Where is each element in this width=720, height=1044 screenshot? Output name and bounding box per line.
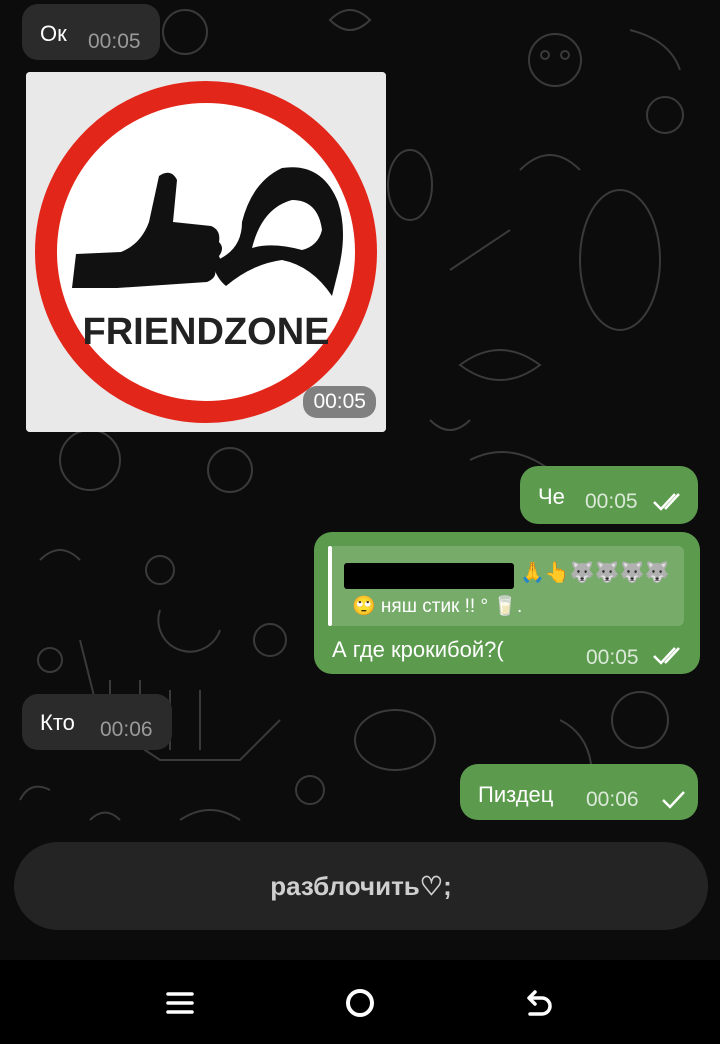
message-time: 00:05 xyxy=(585,490,638,513)
image-caption: FRIENDZONE xyxy=(83,311,330,353)
message-text: А где крокибой?( xyxy=(332,637,504,662)
message-text: Ок xyxy=(40,21,67,46)
message-text: Пиздец xyxy=(478,782,554,807)
message-time: 00:05 xyxy=(88,30,141,53)
unblock-label: разблочить♡; xyxy=(270,870,452,901)
message-bubble-incoming[interactable]: Ок 00:05 xyxy=(22,4,160,60)
message-text: Че xyxy=(538,484,565,509)
menu-icon xyxy=(166,992,194,1014)
message-time: 00:05 xyxy=(586,646,639,669)
message-bubble-outgoing[interactable]: Че 00:05 xyxy=(520,466,698,524)
back-button[interactable] xyxy=(515,978,565,1028)
reply-text: 🙄 няш стик !! ° 🥛. xyxy=(352,596,523,617)
back-icon xyxy=(527,990,552,1016)
check-icon xyxy=(662,791,685,809)
message-time: 00:05 xyxy=(303,386,376,418)
double-check-icon xyxy=(653,647,680,665)
message-bubble-outgoing[interactable]: Пиздец 00:06 xyxy=(460,764,698,820)
reply-bar xyxy=(328,546,332,626)
message-bubble-outgoing-reply[interactable]: 🙏👆🐺🐺🐺🐺 🙄 няш стик !! ° 🥛. А где крокибой… xyxy=(314,532,700,674)
message-time: 00:06 xyxy=(100,718,153,741)
system-navigation-bar xyxy=(0,960,720,1044)
redacted-sender-name xyxy=(344,563,514,589)
message-bubble-incoming[interactable]: Кто 00:06 xyxy=(22,694,172,750)
reply-quote[interactable]: 🙏👆🐺🐺🐺🐺 🙄 няш стик !! ° 🥛. xyxy=(328,546,684,626)
unblock-button[interactable]: разблочить♡; xyxy=(14,842,708,930)
message-text: Кто xyxy=(40,710,75,735)
double-check-icon xyxy=(653,493,680,511)
message-time: 00:06 xyxy=(586,788,639,811)
image-message[interactable]: FRIENDZONE 00:05 xyxy=(26,72,386,432)
menu-button[interactable] xyxy=(155,978,205,1028)
friendzone-sign-image: FRIENDZONE xyxy=(26,72,386,432)
home-icon xyxy=(346,989,374,1017)
reply-emojis: 🙏👆🐺🐺🐺🐺 xyxy=(520,562,670,584)
home-button[interactable] xyxy=(335,978,385,1028)
